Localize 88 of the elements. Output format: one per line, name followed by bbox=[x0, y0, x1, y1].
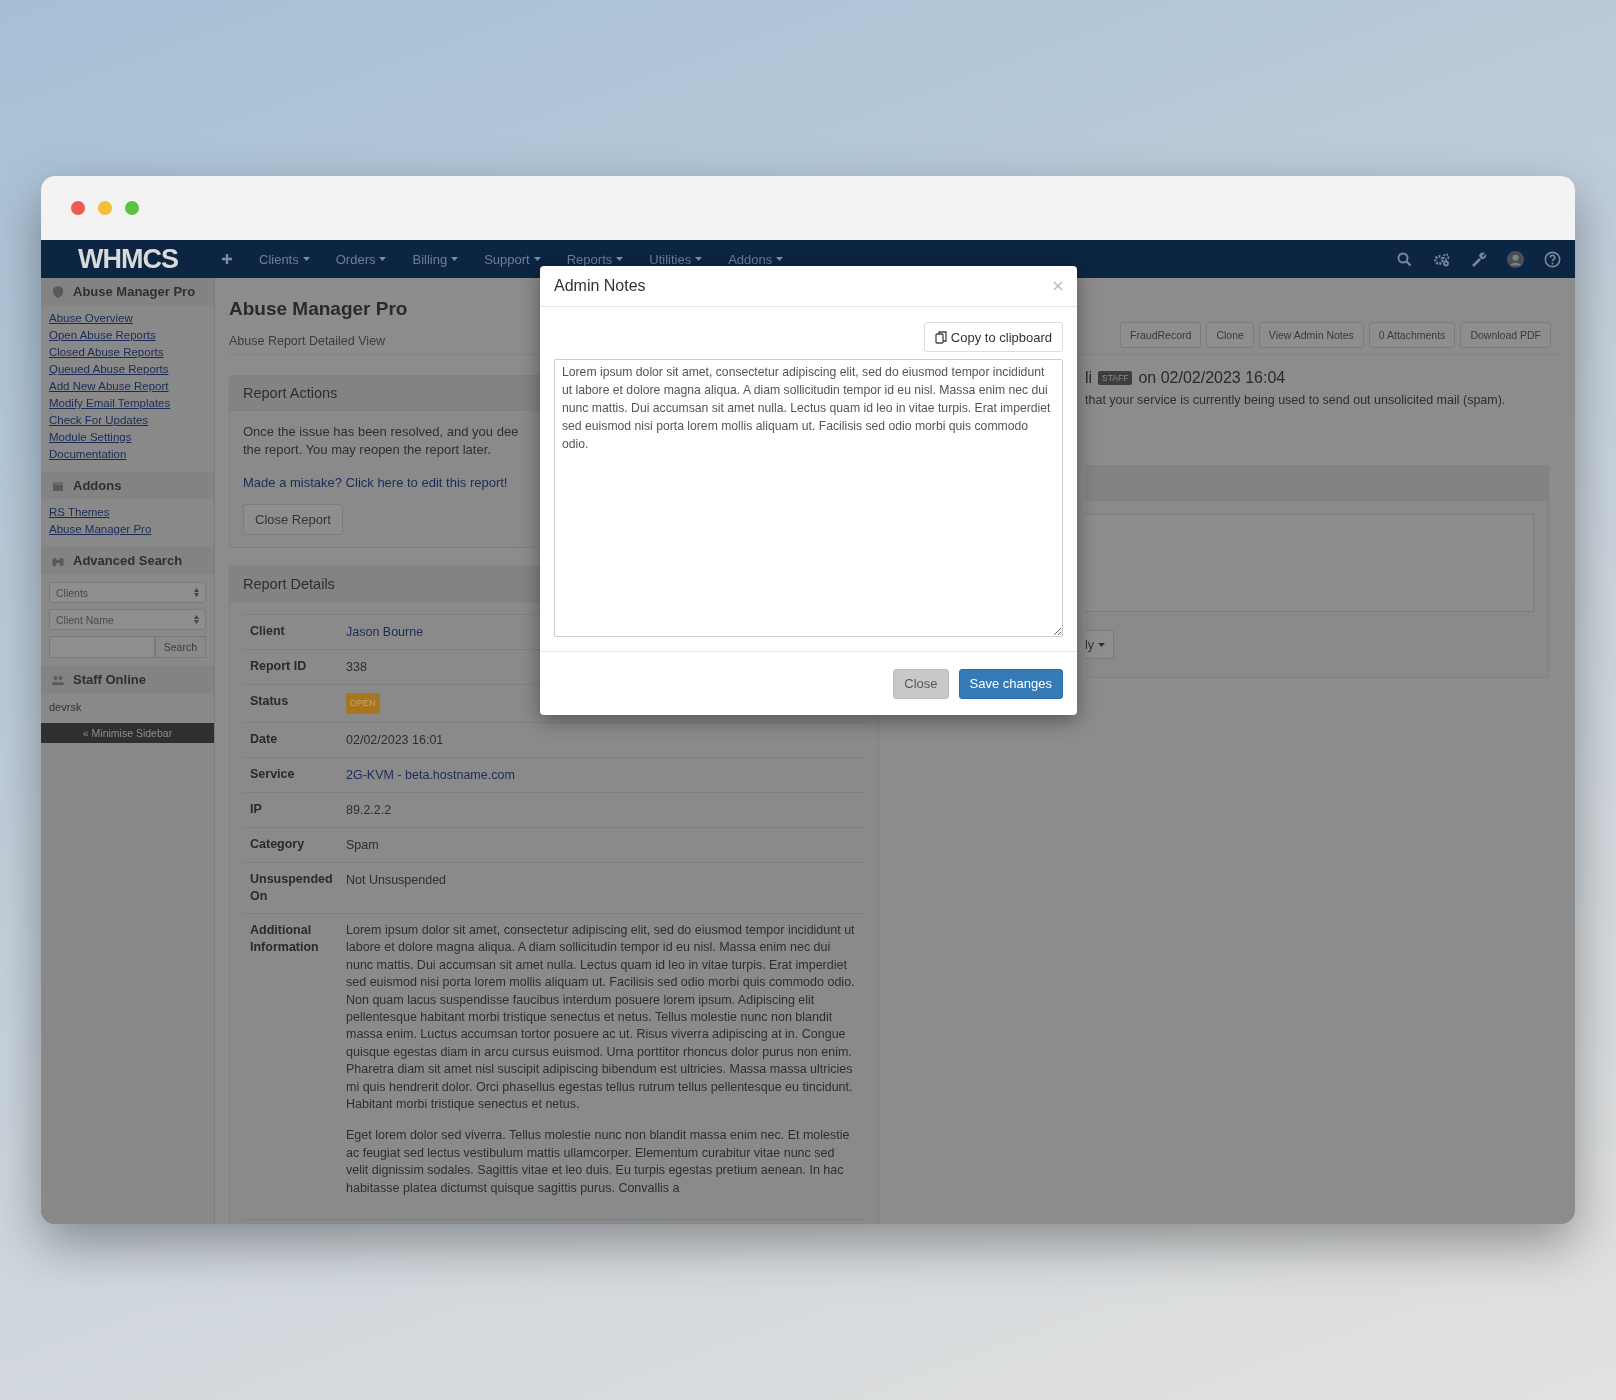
field-label: Unsuspended On bbox=[250, 871, 334, 905]
toolbar-button[interactable]: Download PDF bbox=[1460, 322, 1551, 348]
sidebar-link[interactable]: Check For Updates bbox=[49, 413, 206, 428]
help-icon[interactable] bbox=[1544, 250, 1561, 268]
field-label: Date bbox=[250, 731, 279, 748]
sidebar-heading: Advanced Search bbox=[73, 553, 183, 568]
field-value: 89.2.2.2 bbox=[346, 803, 392, 817]
field-value: Spam bbox=[346, 838, 379, 852]
caret-icon bbox=[695, 257, 703, 261]
sidebar-link[interactable]: Add New Abuse Report bbox=[49, 379, 206, 394]
sidebar-link[interactable]: RS Themes bbox=[49, 505, 206, 520]
caret-icon bbox=[616, 257, 624, 261]
field-label: Service bbox=[250, 766, 296, 783]
field-label: Category bbox=[250, 836, 306, 853]
toolbar-button[interactable]: 0 Attachments bbox=[1368, 322, 1456, 348]
reply-field[interactable] bbox=[1085, 514, 1534, 612]
sidebar-link[interactable]: Abuse Manager Pro bbox=[49, 522, 206, 537]
close-report-button[interactable]: Close Report bbox=[243, 504, 343, 535]
sidebar-link[interactable]: Modify Email Templates bbox=[49, 396, 206, 411]
sidebar-heading: Addons bbox=[73, 478, 122, 493]
logo[interactable]: WHMCS bbox=[41, 243, 215, 275]
field-label: Status bbox=[250, 693, 290, 710]
sidebar-link[interactable]: Open Abuse Reports bbox=[49, 328, 206, 343]
nav-menu-item[interactable]: Utilities bbox=[649, 251, 703, 267]
modal-title: Admin Notes bbox=[554, 277, 646, 296]
sidebar-heading: Staff Online bbox=[73, 672, 146, 687]
copy-icon bbox=[934, 330, 947, 344]
caret-icon bbox=[776, 257, 784, 261]
staff-name: devrsk bbox=[48, 700, 83, 715]
reply-button[interactable]: ly bbox=[1085, 630, 1115, 659]
field-label: Report ID bbox=[250, 658, 308, 675]
nav-menu-item[interactable]: Orders bbox=[335, 251, 387, 267]
nav-menu-item[interactable]: Reports bbox=[566, 251, 624, 267]
sidebar-link[interactable]: Documentation bbox=[49, 447, 206, 462]
field-value: 02/02/2023 16:01 bbox=[346, 733, 444, 747]
caret-icon bbox=[451, 257, 459, 261]
author-name: li bbox=[1085, 369, 1093, 387]
toolbar-button[interactable]: Clone bbox=[1206, 322, 1254, 348]
shield-icon bbox=[51, 284, 65, 299]
avatar-icon[interactable] bbox=[1507, 250, 1524, 268]
caret-icon bbox=[302, 257, 310, 261]
caret-icon bbox=[379, 257, 387, 261]
toolbar-button[interactable]: FraudRecord bbox=[1120, 322, 1202, 348]
paragraph: Eget lorem dolor sed viverra. Tellus molestie nunc non blandit massa enim nec. Et molestie ac feugiat sed lectus vestibulum mattis ullamcorper. Elementum curabitur vitae nunc sed velit dignissim sodales. Sagittis vitae et leo duis. Eu turpis egestas pretium aenean. In hac habitasse platea dictumst quisque sagittis purus. Convallis a bbox=[346, 1127, 851, 1197]
nav-menu-item[interactable]: Clients bbox=[259, 251, 310, 267]
notes-field[interactable]: Lorem ipsum dolor sit amet, consectetur adipiscing elit, sed do eiusmod tempor incididunt ut labore et dolore magna aliqua. A diam sollicitudin tempor id eu nisl. Massa enim nec dui nunc mattis. Dui accumsan sit amet nulla. Lectus quam id leo in vitae turpis. Erat imperdiet sed euismod nisi porta lorem mollis aliquam ut. Facilisis sed odio morbi quis commodo odio. bbox=[554, 359, 1063, 638]
sidebar-heading: Abuse Manager Pro bbox=[73, 284, 196, 299]
close-button[interactable]: Close bbox=[893, 668, 949, 699]
updown-icon bbox=[194, 588, 199, 597]
plus-icon[interactable] bbox=[221, 253, 233, 265]
message-date: on 02/02/2023 16:04 bbox=[1138, 369, 1286, 387]
toolbar-button[interactable]: View Admin Notes bbox=[1258, 322, 1364, 348]
sidebar-link[interactable]: Queued Abuse Reports bbox=[49, 362, 206, 377]
wrench-icon[interactable] bbox=[1470, 250, 1487, 268]
select-field[interactable]: Clients bbox=[49, 582, 206, 603]
message-text: that your service is currently being used to send out unsolicited mail (spam). bbox=[1085, 393, 1507, 407]
field-value: Not Unsuspended bbox=[346, 873, 447, 887]
minimize-dot[interactable] bbox=[98, 201, 112, 215]
instruction-text: Once the issue has been resolved, and you dee the report. You may reopen the report later. bbox=[243, 423, 520, 459]
sidebar-link[interactable]: Abuse Overview bbox=[49, 311, 206, 326]
search-button[interactable]: Search bbox=[154, 636, 206, 658]
caret-icon bbox=[1098, 642, 1106, 647]
nav-menu-item[interactable]: Billing bbox=[412, 251, 459, 267]
field-label: Additional Information bbox=[250, 922, 320, 956]
staff-badge: STAFF bbox=[1098, 371, 1133, 385]
updown-icon bbox=[194, 615, 199, 624]
edit-report-link[interactable]: Made a mistake? Click here to edit this report! bbox=[243, 475, 508, 490]
sidebar-link[interactable]: Closed Abuse Reports bbox=[49, 345, 206, 360]
field-link[interactable]: 2G-KVM - beta.hostname.com bbox=[346, 768, 515, 782]
sidebar-link[interactable]: Module Settings bbox=[49, 430, 206, 445]
caret-icon bbox=[533, 257, 541, 261]
close-dot[interactable] bbox=[71, 201, 85, 215]
field-link[interactable]: Jason Bourne bbox=[346, 625, 424, 639]
minimise-sidebar-bar[interactable]: « Minimise Sidebar bbox=[41, 723, 214, 743]
field-value: 338 bbox=[346, 660, 367, 674]
nav-menu-item[interactable]: Support bbox=[484, 251, 541, 267]
nav-menu-item[interactable]: Addons bbox=[728, 251, 784, 267]
page-title: Abuse Manager Pro bbox=[229, 298, 408, 320]
zoom-dot[interactable] bbox=[125, 201, 139, 215]
select-field[interactable]: Client Name bbox=[49, 609, 206, 630]
status-badge: OPEN bbox=[346, 693, 380, 714]
paragraph: Lorem ipsum dolor sit amet, consectetur adipiscing elit, sed do eiusmod tempor incididunt ut labore et dolore magna aliqua. A diam sollicitudin tempor id eu nisl. Massa enim nec dui nunc mattis. Dui accumsan sit amet nulla. Lectus quam id leo in vitae turpis. Erat imperdiet sed euismod nisi porta lorem mollis aliquam ut. Facilisis sed odio morbi quis commodo odio. Non quam lacus suspendisse faucibus interdum posuere lorem ipsum. Adipiscing elit pellentesque habitant morbi tristique senectus et netus. Tellus molestie nunc non blandit massa enim. Luctus accumsan tortor posuere ac ut. Risus viverra adipiscing at in. Congue quisque egestas diam in arcu cursus euismod. Urna porttitor rhoncus dolor purus non enim. Pharetra diam sit amet nisl suscipit adipiscing bibendum est ultricies. Massa massa ultricies mi quis hendrerit dolor. Orci phasellus egestas tellus rutrum tellus pellentesque eu tincidunt. Habitant morbi tristique senectus et netus. bbox=[346, 922, 856, 1114]
save-button[interactable]: Save changes bbox=[958, 668, 1063, 699]
field-label: IP bbox=[250, 801, 263, 818]
page-subtitle: Abuse Report Detailed View bbox=[229, 334, 387, 348]
search-icon[interactable] bbox=[1396, 250, 1413, 268]
field-label: Client bbox=[250, 623, 286, 640]
copy-button[interactable]: Copy to clipboard bbox=[923, 322, 1063, 353]
